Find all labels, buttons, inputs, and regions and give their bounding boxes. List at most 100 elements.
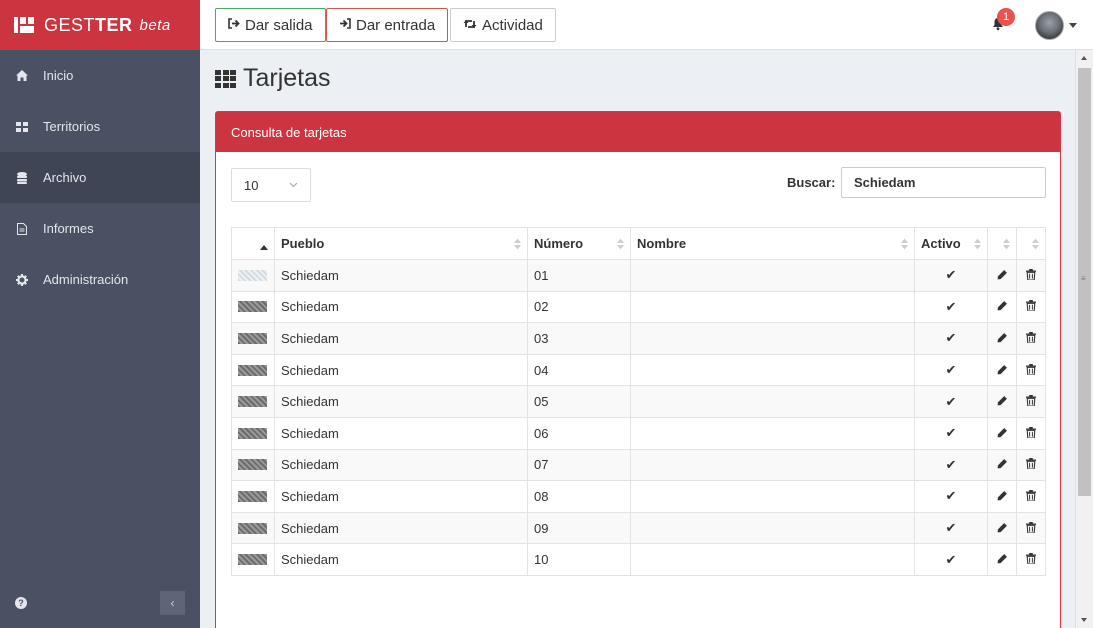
numero-cell: 09 (527, 511, 631, 545)
sidebar-collapse-button[interactable]: ‹ (160, 591, 185, 615)
pencil-icon[interactable] (997, 522, 1008, 536)
check-icon: ✔ (945, 425, 957, 441)
pencil-icon[interactable] (997, 364, 1008, 378)
sign-in-icon (339, 18, 351, 32)
trash-icon[interactable] (1026, 395, 1036, 409)
question-icon[interactable]: ? (15, 597, 27, 609)
dar-salida-button[interactable]: Dar salida (215, 8, 326, 42)
table-row[interactable]: Schiedam 08 ✔ (231, 480, 1046, 513)
check-icon: ✔ (945, 267, 957, 283)
table-row[interactable]: Schiedam 01 ✔ (231, 259, 1046, 292)
column-header-nombre[interactable]: Nombre (630, 227, 915, 260)
delete-cell (1016, 385, 1046, 418)
table-row[interactable]: Schiedam 05 ✔ (231, 385, 1046, 418)
notification-badge: 1 (997, 8, 1015, 26)
pueblo-cell: Schiedam (274, 543, 528, 576)
pencil-icon[interactable] (997, 553, 1008, 567)
column-header-numero[interactable]: Número (527, 227, 631, 260)
chevron-down-icon (289, 180, 298, 191)
sidebar-item-inicio[interactable]: Inicio (0, 50, 200, 101)
nombre-cell (630, 385, 915, 418)
scroll-down-arrow-icon[interactable] (1081, 618, 1087, 622)
search-input[interactable] (841, 167, 1046, 198)
table-row[interactable]: Schiedam 07 ✔ (231, 448, 1046, 482)
sidebar-footer: ? ‹ (0, 578, 200, 628)
scroll-grip-icon: ≡ (1081, 274, 1086, 283)
tarjetas-table: Pueblo Número Nombre Activo Schiedam 01 … (231, 227, 1046, 576)
trash-icon[interactable] (1026, 553, 1036, 567)
pencil-icon[interactable] (997, 332, 1008, 346)
edit-cell (987, 448, 1017, 482)
numero-cell: 05 (527, 385, 631, 418)
trash-icon[interactable] (1026, 521, 1036, 536)
table-row[interactable]: Schiedam 09 ✔ (231, 511, 1046, 545)
dar-entrada-button[interactable]: Dar entrada (326, 8, 449, 42)
activo-cell: ✔ (914, 480, 988, 513)
map-thumbnail-cell (231, 416, 275, 450)
dar-salida-label: Dar salida (245, 16, 313, 34)
scroll-up-arrow-icon[interactable] (1081, 56, 1087, 60)
delete-cell (1016, 511, 1046, 545)
trash-icon[interactable] (1026, 331, 1036, 346)
pencil-icon[interactable] (997, 395, 1008, 409)
caret-down-icon[interactable] (1069, 23, 1077, 28)
activo-cell: ✔ (914, 385, 988, 418)
activo-cell: ✔ (914, 322, 988, 355)
check-icon: ✔ (945, 330, 957, 346)
table-row[interactable]: Schiedam 06 ✔ (231, 416, 1046, 450)
page-scrollbar[interactable]: ≡ (1075, 50, 1093, 628)
map-thumbnail-cell (231, 259, 275, 292)
map-thumbnail-cell (231, 448, 275, 482)
check-icon: ✔ (945, 456, 957, 472)
sidebar-item-label: Territorios (43, 119, 101, 134)
trash-icon[interactable] (1026, 300, 1036, 314)
sidebar: GEST TER beta Inicio Territorios Archivo … (0, 0, 200, 628)
sidebar-item-territorios[interactable]: Territorios (0, 101, 200, 152)
dar-entrada-label: Dar entrada (356, 16, 436, 34)
table-row[interactable]: Schiedam 04 ✔ (231, 353, 1046, 387)
pencil-icon[interactable] (997, 490, 1008, 504)
column-header-edit[interactable] (987, 227, 1017, 260)
pencil-icon[interactable] (997, 269, 1008, 283)
pueblo-cell: Schiedam (274, 290, 528, 324)
check-icon: ✔ (945, 488, 957, 504)
column-header-activo[interactable]: Activo (914, 227, 988, 260)
pencil-icon[interactable] (997, 300, 1008, 314)
sidebar-item-archivo[interactable]: Archivo (0, 152, 200, 203)
table-row[interactable]: Schiedam 03 ✔ (231, 322, 1046, 355)
column-header-thumb[interactable] (231, 227, 275, 260)
edit-cell (987, 322, 1017, 355)
edit-cell (987, 480, 1017, 513)
sidebar-item-informes[interactable]: Informes (0, 203, 200, 254)
trash-icon[interactable] (1026, 489, 1036, 504)
sidebar-item-administracion[interactable]: Administración (0, 254, 200, 305)
nombre-cell (630, 543, 915, 576)
pueblo-cell: Schiedam (274, 416, 528, 450)
trash-icon[interactable] (1026, 458, 1036, 472)
page-length-select[interactable]: 10 (231, 168, 311, 202)
numero-cell: 01 (527, 259, 631, 292)
trash-icon[interactable] (1026, 363, 1036, 378)
brand-name-light: GEST (44, 14, 96, 35)
avatar[interactable] (1035, 11, 1064, 40)
pueblo-cell: Schiedam (274, 448, 528, 482)
table-row[interactable]: Schiedam 10 ✔ (231, 543, 1046, 576)
actividad-button[interactable]: Actividad (450, 8, 556, 42)
numero-cell: 08 (527, 480, 631, 513)
delete-cell (1016, 322, 1046, 355)
th-icon (215, 69, 236, 88)
brand-logo[interactable]: GEST TER beta (0, 0, 200, 50)
trash-icon[interactable] (1026, 268, 1036, 283)
check-icon: ✔ (945, 551, 957, 567)
retweet-icon (463, 18, 477, 32)
column-header-delete[interactable] (1016, 227, 1046, 260)
activo-cell: ✔ (914, 259, 988, 292)
table-row[interactable]: Schiedam 02 ✔ (231, 290, 1046, 324)
trash-icon[interactable] (1026, 426, 1036, 441)
sort-icon (1003, 238, 1010, 249)
pencil-icon[interactable] (997, 427, 1008, 441)
delete-cell (1016, 448, 1046, 482)
column-header-pueblo[interactable]: Pueblo (274, 227, 528, 260)
pencil-icon[interactable] (997, 458, 1008, 472)
nombre-cell (630, 448, 915, 482)
